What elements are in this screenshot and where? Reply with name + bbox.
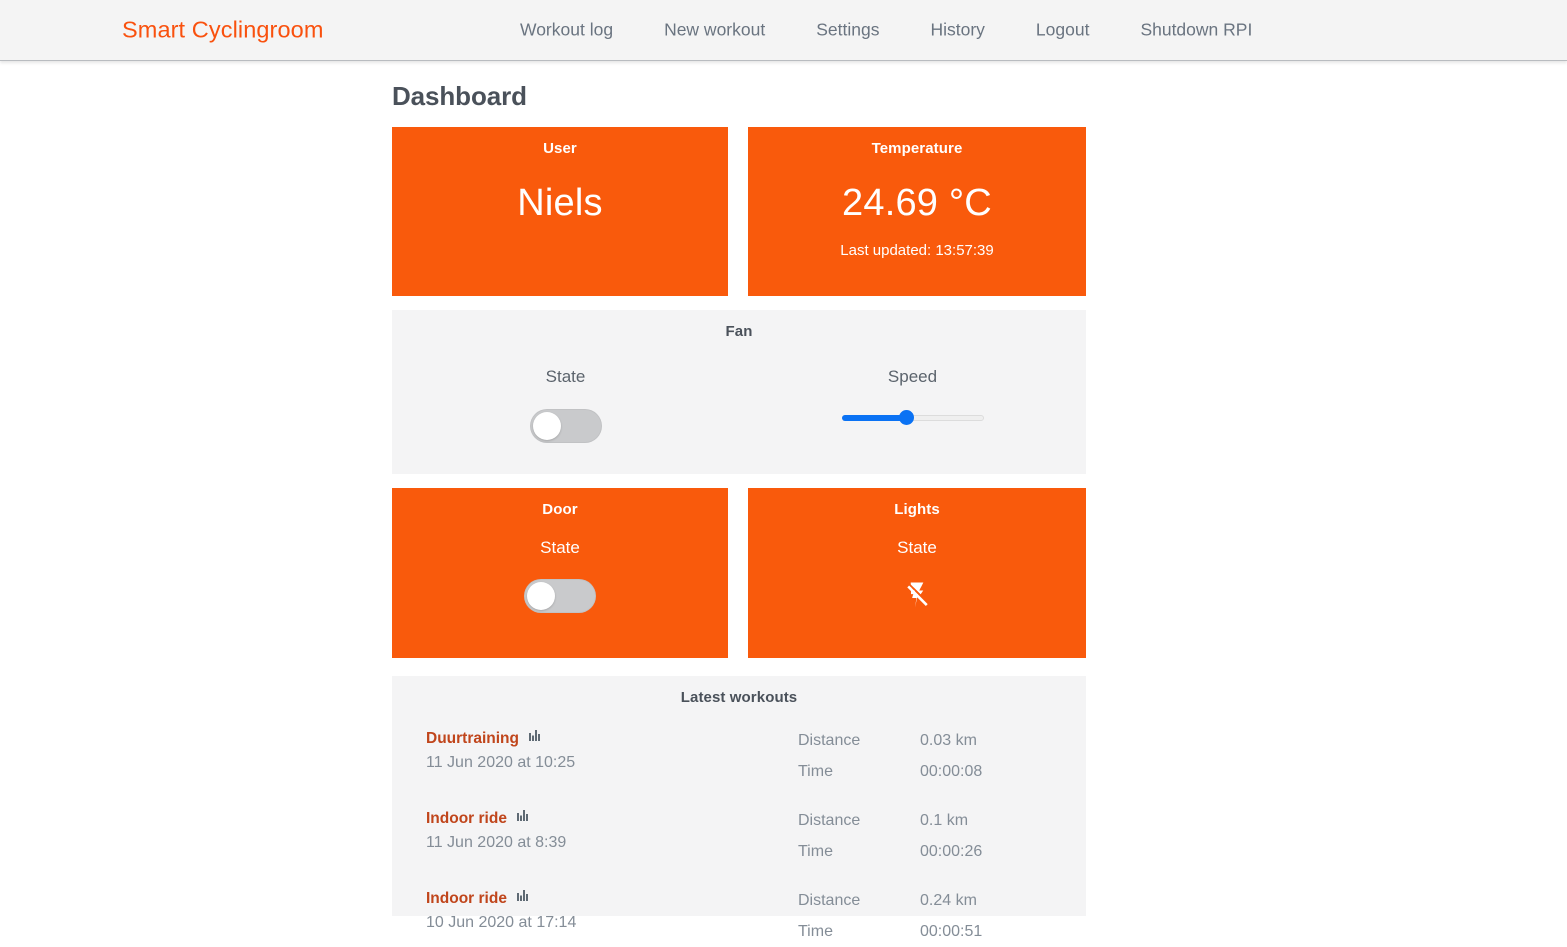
lights-card-title: Lights	[894, 501, 940, 518]
door-state-label: State	[540, 538, 580, 557]
metric-time: Time 00:00:26	[798, 836, 1052, 867]
lights-state-label: State	[897, 538, 937, 557]
workout-metrics: Distance 0.03 km Time 00:00:08	[798, 725, 1052, 787]
fan-speed-column: Speed	[739, 366, 1086, 448]
latest-workouts-list: Duurtraining 11 Jun 2020 at 10:25 Distan…	[392, 725, 1086, 947]
fan-controls: State Speed	[392, 366, 1086, 448]
toggle-off-icon	[527, 582, 555, 610]
fan-card-title: Fan	[725, 323, 753, 340]
lights-card: Lights State	[748, 488, 1086, 658]
bar-chart-icon	[529, 725, 541, 748]
flash-off-icon	[907, 582, 930, 608]
bar-chart-icon	[517, 805, 529, 828]
navbar-links: Workout log New workout Settings History…	[520, 20, 1252, 41]
metric-label-distance: Distance	[798, 732, 861, 749]
door-state-toggle[interactable]	[524, 579, 596, 613]
user-name-value: Niels	[517, 182, 603, 224]
metric-value-distance: 0.03 km	[920, 732, 977, 749]
fan-speed-label: Speed	[887, 367, 938, 386]
metric-time: Time 00:00:08	[798, 756, 1052, 787]
slider-fill	[841, 415, 906, 421]
metric-value-time: 00:00:08	[920, 763, 983, 780]
workout-date: 11 Jun 2020 at 8:39	[426, 834, 567, 851]
metric-label-time: Time	[798, 763, 833, 780]
metric-label-distance: Distance	[798, 892, 861, 909]
list-item: Duurtraining 11 Jun 2020 at 10:25 Distan…	[426, 725, 1052, 787]
metric-distance: Distance 0.03 km	[798, 725, 1052, 756]
latest-workouts-card: Latest workouts Duurtraining 11 Jun 2020…	[392, 676, 1086, 940]
temperature-last-updated: Last updated: 13:57:39	[840, 242, 994, 259]
workout-name-link[interactable]: Duurtraining	[426, 725, 541, 750]
nav-item-logout[interactable]: Logout	[1036, 20, 1090, 41]
top-navbar: Smart Cyclingroom Workout log New workou…	[0, 0, 1567, 61]
nav-item-workout-log[interactable]: Workout log	[520, 20, 613, 41]
page-title: Dashboard	[392, 81, 527, 111]
workout-summary: Duurtraining 11 Jun 2020 at 10:25	[426, 725, 798, 776]
door-card: Door State	[392, 488, 728, 658]
workout-metrics: Distance 0.24 km Time 00:00:51	[798, 885, 1052, 947]
metric-label-time: Time	[798, 923, 833, 940]
metric-label-time: Time	[798, 843, 833, 860]
temperature-card: Temperature 24.69 °C Last updated: 13:57…	[748, 127, 1086, 296]
fan-speed-slider[interactable]	[841, 410, 984, 425]
metric-value-distance: 0.24 km	[920, 892, 977, 909]
workout-date: 10 Jun 2020 at 17:14	[426, 914, 577, 931]
metric-value-distance: 0.1 km	[920, 812, 969, 829]
temperature-value: 24.69 °C	[842, 182, 992, 224]
nav-item-new-workout[interactable]: New workout	[664, 20, 765, 41]
workout-name-link[interactable]: Indoor ride	[426, 805, 529, 830]
workout-metrics: Distance 0.1 km Time 00:00:26	[798, 805, 1052, 867]
workout-date: 11 Jun 2020 at 10:25	[426, 754, 576, 771]
metric-distance: Distance 0.1 km	[798, 805, 1052, 836]
user-card: User Niels	[392, 127, 728, 296]
metric-distance: Distance 0.24 km	[798, 885, 1052, 916]
nav-item-settings[interactable]: Settings	[816, 20, 879, 41]
workout-summary: Indoor ride 11 Jun 2020 at 8:39	[426, 805, 798, 856]
workout-name-link[interactable]: Indoor ride	[426, 885, 529, 910]
list-item: Indoor ride 10 Jun 2020 at 17:14 Distanc…	[426, 885, 1052, 947]
toggle-off-icon	[532, 412, 561, 440]
fan-state-label: State	[545, 367, 586, 386]
fan-card: Fan State Speed	[392, 310, 1086, 474]
metric-value-time: 00:00:51	[920, 923, 983, 940]
bar-chart-icon	[517, 885, 529, 908]
temperature-card-title: Temperature	[871, 140, 963, 157]
fan-state-toggle[interactable]	[529, 409, 602, 443]
door-card-title: Door	[542, 501, 578, 518]
fan-speed-slider-wrap	[739, 410, 1086, 425]
metric-value-time: 00:00:26	[920, 843, 983, 860]
brand-link[interactable]: Smart Cyclingroom	[122, 17, 324, 44]
slider-thumb[interactable]	[898, 410, 914, 425]
list-item: Indoor ride 11 Jun 2020 at 8:39 Distance…	[426, 805, 1052, 867]
nav-item-shutdown-rpi[interactable]: Shutdown RPI	[1140, 20, 1252, 41]
lights-state-button[interactable]	[748, 578, 1086, 612]
workout-summary: Indoor ride 10 Jun 2020 at 17:14	[426, 885, 798, 936]
fan-state-column: State	[392, 366, 739, 448]
metric-time: Time 00:00:51	[798, 916, 1052, 947]
metric-label-distance: Distance	[798, 812, 861, 829]
nav-item-history[interactable]: History	[930, 20, 984, 41]
latest-workouts-title: Latest workouts	[680, 689, 798, 706]
user-card-title: User	[543, 140, 577, 157]
